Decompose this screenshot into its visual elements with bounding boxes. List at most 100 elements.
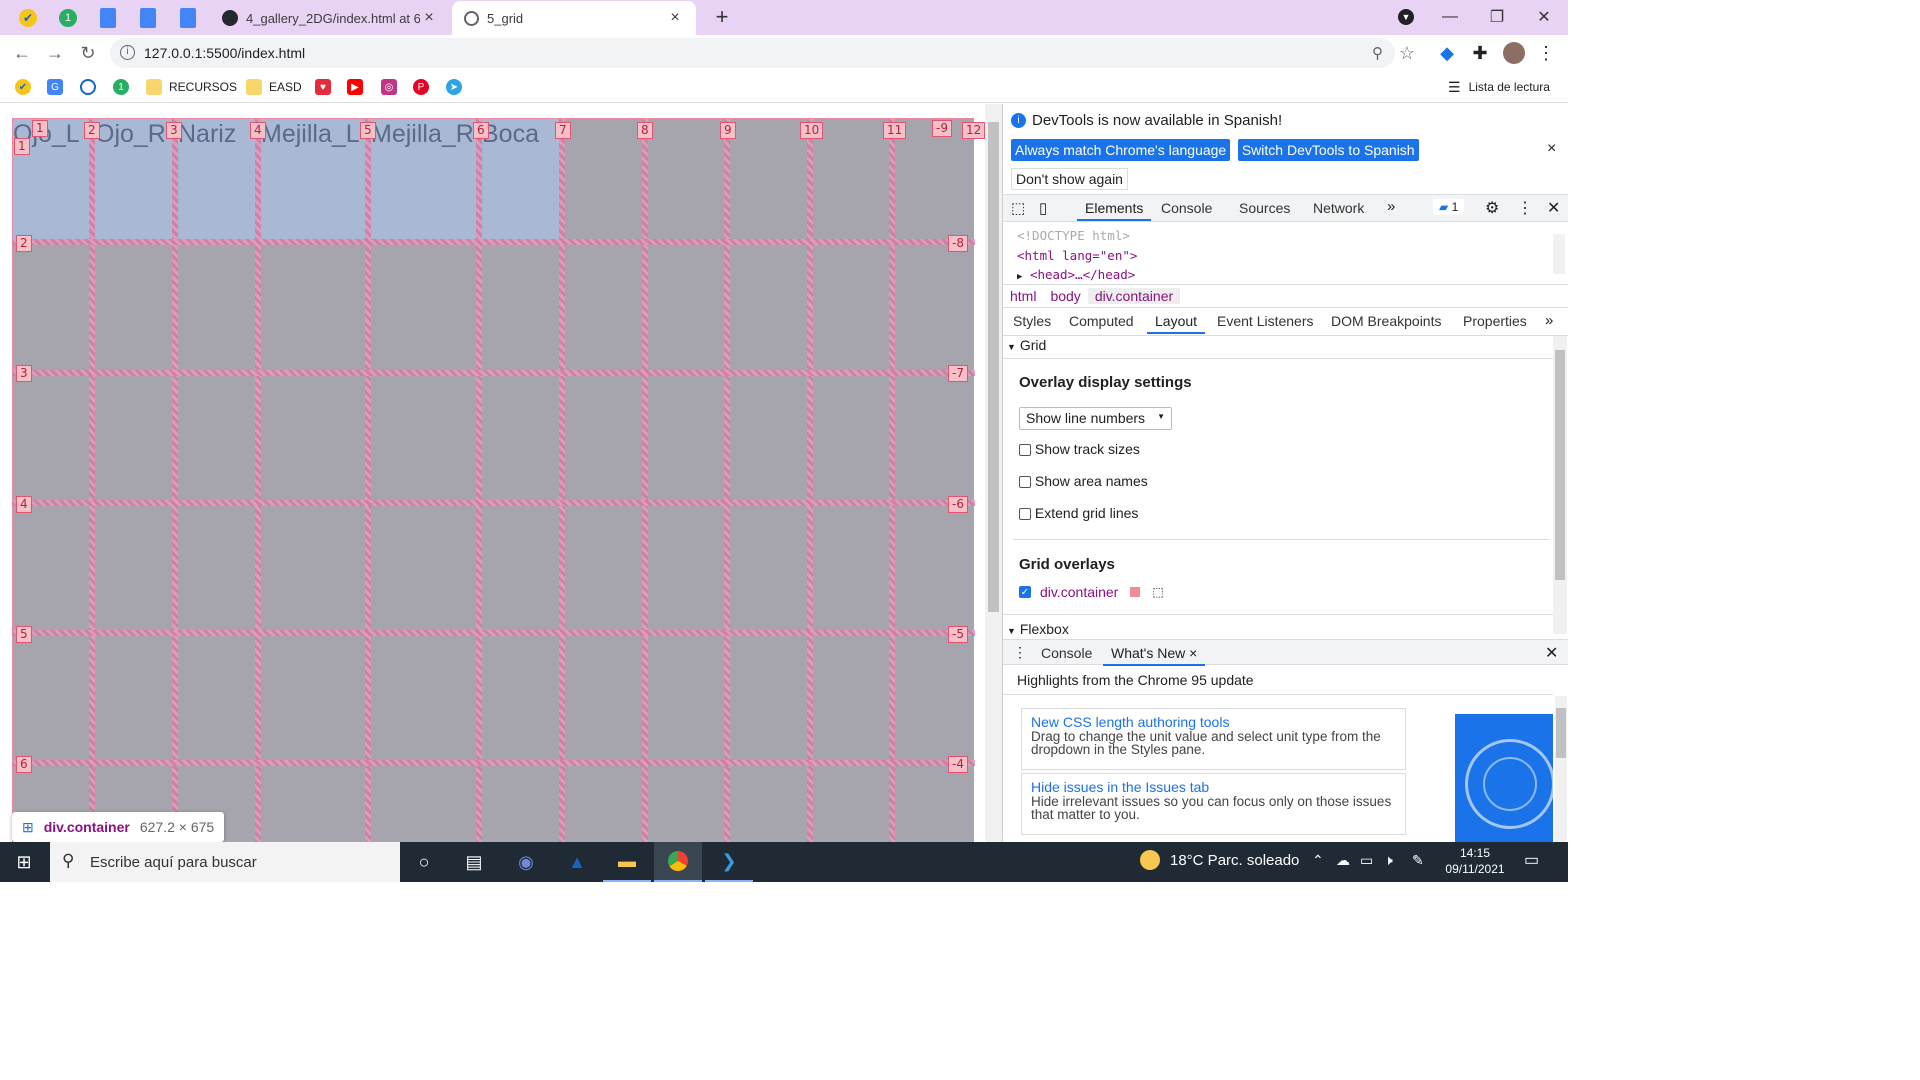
tab-grid[interactable]: 5_grid × [452, 1, 696, 35]
bookmark-youtube[interactable]: ▶ [347, 77, 363, 97]
close-window-button[interactable]: ✕ [1522, 0, 1566, 34]
subtab-properties[interactable]: Properties [1455, 308, 1535, 334]
show-hidden-icons[interactable]: ⌃ [1312, 852, 1324, 869]
file-explorer-icon[interactable]: ▬ [603, 842, 651, 882]
scrollbar-thumb[interactable] [988, 122, 999, 612]
extensions-puzzle-icon[interactable]: ✚ [1466, 39, 1494, 67]
tab-elements[interactable]: Elements [1077, 195, 1152, 221]
bookmark-green[interactable]: 1 [113, 77, 129, 97]
close-tab-icon[interactable]: × [1189, 645, 1197, 661]
match-language-button[interactable]: Always match Chrome's language [1011, 139, 1231, 161]
close-notice-icon[interactable]: × [1547, 140, 1556, 158]
address-bar[interactable]: i 127.0.0.1:5500/index.html ⚲ [110, 38, 1395, 68]
bookmark-folder-easd[interactable]: EASD [246, 77, 302, 97]
bookmark-translate[interactable]: G [47, 77, 63, 97]
pinned-tab-docs-3[interactable] [175, 6, 201, 30]
vscode-icon[interactable]: ❯ [705, 842, 753, 882]
reading-list-button[interactable]: ☰ Lista de lectura [1448, 77, 1550, 97]
reload-button[interactable]: ↻ [74, 39, 102, 67]
bookmark-norton[interactable]: ✔ [15, 77, 31, 97]
bookmark-folder-recursos[interactable]: RECURSOS [146, 77, 237, 97]
line-numbers-select[interactable]: Show line numbers ▼ [1019, 407, 1172, 430]
profile-avatar[interactable] [1500, 39, 1528, 67]
checkbox[interactable] [1019, 476, 1031, 489]
more-tabs-icon[interactable]: » [1387, 198, 1395, 215]
option-extend-lines[interactable]: Extend grid lines [1019, 505, 1138, 521]
flexbox-section-header[interactable]: ▼ Flexbox [1007, 621, 1069, 637]
bookmark-telegram[interactable]: ➤ [446, 77, 462, 97]
bookmark-instagram[interactable]: ◎ [381, 77, 397, 97]
subtab-computed[interactable]: Computed [1061, 308, 1142, 334]
tab-network[interactable]: Network [1305, 195, 1372, 221]
subtab-styles[interactable]: Styles [1005, 308, 1059, 334]
option-track-sizes[interactable]: Show track sizes [1019, 441, 1140, 457]
windows-start-icon[interactable]: ⊞ [0, 842, 48, 882]
drawer-scrollbar[interactable] [1555, 696, 1567, 842]
cloud-icon[interactable]: ☁ [1336, 852, 1350, 869]
pen-icon[interactable]: ✎ [1412, 852, 1424, 869]
checkbox[interactable] [1019, 444, 1031, 457]
task-view-icon[interactable]: ▤ [450, 842, 498, 882]
checkbox[interactable] [1019, 508, 1031, 521]
breadcrumb-html[interactable]: html [1003, 288, 1043, 304]
whatsnew-card[interactable]: Hide issues in the Issues tab Hide irrel… [1021, 773, 1406, 835]
issues-badge[interactable]: ▰ 1 [1433, 199, 1465, 215]
device-toolbar-icon[interactable]: ▯ [1039, 199, 1047, 217]
subtab-event-listeners[interactable]: Event Listeners [1209, 308, 1322, 334]
switch-spanish-button[interactable]: Switch DevTools to Spanish [1237, 139, 1419, 161]
cortana-icon[interactable]: ○ [400, 842, 448, 882]
highlight-element-icon[interactable]: ⬚ [1152, 585, 1163, 599]
bookmark-pocket[interactable]: ♥ [315, 77, 331, 97]
back-button[interactable]: ← [8, 39, 36, 67]
clock[interactable]: 14:15 09/11/2021 [1440, 845, 1510, 877]
whatsnew-card[interactable]: New CSS length authoring tools Drag to c… [1021, 708, 1406, 770]
weather-widget[interactable]: 18°C Parc. soleado [1140, 850, 1299, 870]
zoom-icon[interactable]: ⚲ [1372, 44, 1383, 62]
subtab-dom-breakpoints[interactable]: DOM Breakpoints [1323, 308, 1449, 334]
tab-search-icon[interactable]: ▼ [1384, 0, 1428, 34]
page-scrollbar[interactable] [985, 104, 1002, 842]
chrome-icon[interactable] [654, 842, 702, 882]
card-title[interactable]: New CSS length authoring tools [1031, 714, 1396, 730]
bookmark-star-icon[interactable]: ☆ [1393, 39, 1421, 67]
app-icon[interactable]: ▲ [553, 842, 601, 882]
new-tab-button[interactable]: + [700, 0, 744, 34]
settings-gear-icon[interactable]: ⚙ [1485, 198, 1499, 218]
chrome-menu-icon[interactable]: ⋮ [1532, 39, 1560, 67]
close-tab-icon[interactable]: × [666, 9, 684, 27]
dom-doctype[interactable]: <!DOCTYPE html> [1017, 226, 1137, 246]
subtab-layout[interactable]: Layout [1147, 308, 1206, 334]
drawer-tab-console[interactable]: Console [1033, 640, 1100, 666]
close-devtools-icon[interactable]: ✕ [1547, 198, 1560, 218]
drawer-tab-whats-new[interactable]: What's New × [1103, 640, 1206, 666]
pinned-tab-docs-2[interactable] [135, 6, 161, 30]
option-area-names[interactable]: Show area names [1019, 473, 1148, 489]
pinned-tab-norton[interactable]: ✔ [15, 6, 41, 30]
pinned-tab-docs-1[interactable] [95, 6, 121, 30]
checkbox-checked[interactable]: ✓ [1019, 586, 1031, 598]
taskbar-search[interactable]: ⚲ Escribe aquí para buscar [50, 842, 400, 882]
battery-icon[interactable]: ▭ [1360, 852, 1373, 869]
discord-icon[interactable]: ◉ [502, 842, 550, 882]
volume-muted-icon[interactable]: 🕨 [1384, 852, 1393, 869]
drawer-menu-icon[interactable]: ⋮ [1013, 644, 1027, 661]
bookmark-pinterest[interactable]: P [413, 77, 429, 97]
layout-scrollbar[interactable] [1553, 336, 1567, 634]
tab-sources[interactable]: Sources [1231, 195, 1298, 221]
tab-github[interactable]: 4_gallery_2DG/index.html at 68d × [210, 1, 450, 35]
extension-cap-icon[interactable]: ◆ [1433, 39, 1461, 67]
close-tab-icon[interactable]: × [420, 9, 438, 27]
more-subtabs-icon[interactable]: » [1545, 312, 1553, 329]
dont-show-again-button[interactable]: Don't show again [1011, 168, 1128, 190]
card-title[interactable]: Hide issues in the Issues tab [1031, 779, 1396, 795]
notifications-icon[interactable]: ▭ [1524, 850, 1539, 870]
dom-scrollbar[interactable] [1553, 234, 1565, 274]
bookmark-sync[interactable] [80, 77, 96, 97]
breadcrumb-body[interactable]: body [1043, 288, 1087, 304]
restore-button[interactable]: ❐ [1475, 0, 1519, 34]
grid-section-header[interactable]: ▼ Grid [1007, 337, 1046, 353]
forward-button[interactable]: → [41, 39, 69, 67]
overlay-color-swatch[interactable] [1130, 587, 1141, 597]
breadcrumb-container[interactable]: div.container [1087, 288, 1181, 304]
inspect-icon[interactable]: ⬚ [1011, 199, 1025, 217]
